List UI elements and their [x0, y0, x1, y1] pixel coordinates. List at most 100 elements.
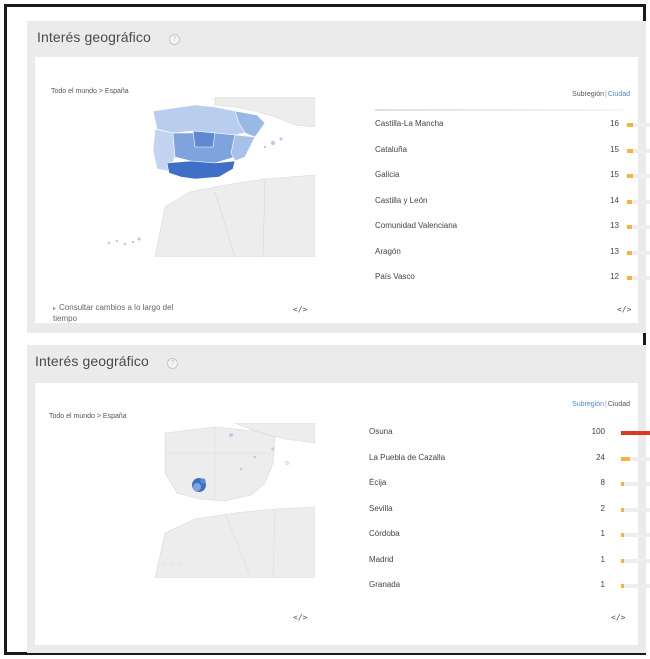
- ranking-row-bar-fill: [621, 482, 624, 486]
- city-tab[interactable]: Ciudad: [608, 91, 630, 98]
- map-balearic-3: [263, 145, 267, 149]
- map-dot-small-1: [271, 447, 275, 451]
- ranking-row-bar-fill: [627, 148, 633, 153]
- list-top-divider: [375, 109, 625, 111]
- map-canary-3: [123, 242, 127, 246]
- ranking-row-bar-track: [621, 558, 650, 563]
- ranking-row-value: 12: [610, 272, 619, 281]
- ranking-row-name: Aragón: [375, 246, 401, 256]
- ranking-row-name: La Puebla de Cazalla: [369, 452, 446, 462]
- screenshot-frame: Interés geográfico ? Todo el mundo > Esp…: [4, 4, 650, 655]
- map-canary-2: [169, 563, 173, 567]
- map-dot-puebla: [193, 483, 201, 491]
- map-balearic-2: [279, 137, 283, 141]
- ranking-row-bar-track: [627, 199, 650, 204]
- ranking-row-bar-fill: [621, 558, 624, 563]
- ranking-row[interactable]: Madrid 1: [369, 553, 650, 571]
- ranking-row-bar-track: [627, 250, 650, 255]
- map-balearic-1: [270, 140, 276, 146]
- ranking-row[interactable]: Osuna 100: [369, 425, 650, 443]
- ranking-row-bar-fill: [627, 250, 632, 255]
- ranking-row-bar-track: [621, 533, 650, 537]
- ranking-row-bar-track: [627, 276, 650, 280]
- ranking-row-name: Castilla y León: [375, 195, 428, 205]
- ranking-row-value: 100: [591, 427, 605, 436]
- ranking-row[interactable]: Aragón 13: [375, 245, 650, 263]
- breadcrumb[interactable]: Todo el mundo > España: [51, 88, 129, 95]
- ranking-row[interactable]: La Puebla de Cazalla 24: [369, 451, 650, 469]
- ranking-row-bar-track: [621, 456, 650, 461]
- map-dot-small-2: [253, 455, 257, 459]
- panel-title: Interés geográfico: [35, 353, 149, 369]
- ranking-row[interactable]: Cataluña 15: [375, 143, 650, 161]
- geo-card: Todo el mundo > España Subregión|Ciudad …: [35, 57, 650, 324]
- ranking-row[interactable]: Écija 8: [369, 476, 650, 494]
- ranking-row-value: 14: [610, 195, 619, 205]
- ranking-row-bar-track: [627, 148, 650, 153]
- help-icon[interactable]: ?: [169, 34, 180, 45]
- map-canary-2: [115, 239, 119, 243]
- ranking-row-bar-fill: [621, 431, 650, 435]
- ranking-list: Castilla-La Mancha 16 Cataluña 15 Galicia 15 C…: [375, 117, 650, 297]
- ranking-row-value: 15: [610, 170, 619, 179]
- expand-arrow-icon: ▸: [53, 306, 57, 312]
- history-link-label: Consultar cambios a lo largo del tiempo: [53, 303, 174, 323]
- ranking-row-name: Madrid: [369, 554, 394, 564]
- toggle-separator: |: [604, 91, 607, 98]
- ranking-row-bar-track: [627, 174, 650, 178]
- ranking-row[interactable]: Granada 1: [369, 578, 650, 596]
- map-canary-3: [177, 561, 181, 565]
- map-canary-4: [131, 240, 135, 244]
- ranking-row-bar-fill: [627, 276, 632, 280]
- ranking-row[interactable]: Castilla y León 14: [375, 194, 650, 212]
- breadcrumb[interactable]: Todo el mundo > España: [49, 413, 127, 420]
- ranking-row-bar-track: [621, 431, 650, 435]
- ranking-row-bar-fill: [627, 123, 633, 127]
- ranking-row-name: Osuna: [369, 427, 393, 436]
- ranking-row-bar-fill: [621, 533, 624, 537]
- ranking-row-bar-fill: [621, 507, 624, 512]
- ranking-row-bar-track: [621, 584, 650, 588]
- ranking-row-value: 1: [600, 529, 605, 538]
- map-dot-small-3: [239, 467, 243, 471]
- ranking-row-bar-fill: [627, 199, 632, 204]
- city-tab[interactable]: Ciudad: [608, 401, 630, 408]
- map-canary-1: [161, 561, 165, 565]
- ranking-row[interactable]: Galicia 15: [375, 168, 650, 186]
- ranking-row-value: 1: [600, 554, 605, 564]
- embed-icon-list[interactable]: </>: [617, 305, 631, 314]
- map-balearic: [284, 460, 290, 466]
- embed-icon[interactable]: </>: [293, 305, 307, 314]
- subregion-city-toggle: Subregión|Ciudad: [572, 401, 630, 408]
- ranking-row[interactable]: Castilla-La Mancha 16: [375, 117, 650, 135]
- history-link[interactable]: ▸ Consultar cambios a lo largo del tiempo: [53, 303, 193, 324]
- city-map[interactable]: [155, 423, 315, 578]
- geo-card: Todo el mundo > España Subregión|Ciudad …: [35, 383, 650, 645]
- ranking-row-value: 15: [610, 144, 619, 154]
- ranking-row-value: 8: [600, 478, 605, 487]
- ranking-row-name: Sevilla: [369, 503, 393, 513]
- geo-interest-panel-city: Interés geográfico ? Todo el mundo > Esp…: [27, 345, 650, 653]
- ranking-list: Osuna 100 La Puebla de Cazalla 24 Écija 8 Sevi…: [369, 425, 650, 605]
- ranking-row[interactable]: Comunidad Valenciana 13: [375, 219, 650, 237]
- map-dot-ecija: [200, 478, 206, 484]
- ranking-row[interactable]: País Vasco 12: [375, 270, 650, 288]
- region-map[interactable]: [95, 97, 315, 257]
- subregion-tab[interactable]: Subregión: [572, 401, 604, 408]
- embed-icon[interactable]: </>: [293, 613, 307, 622]
- ranking-row-name: Castilla-La Mancha: [375, 119, 444, 128]
- subregion-tab[interactable]: Subregión: [572, 91, 604, 98]
- ranking-row[interactable]: Córdoba 1: [369, 527, 650, 545]
- ranking-row-value: 13: [610, 221, 619, 230]
- map-region-castilla: [192, 130, 216, 148]
- ranking-row-name: Comunidad Valenciana: [375, 221, 458, 230]
- ranking-row-bar-fill: [621, 584, 624, 588]
- embed-icon-list[interactable]: </>: [611, 613, 625, 622]
- ranking-row-name: País Vasco: [375, 272, 415, 281]
- help-icon[interactable]: ?: [167, 358, 178, 369]
- ranking-row-value: 13: [610, 246, 619, 256]
- ranking-row[interactable]: Sevilla 2: [369, 502, 650, 520]
- ranking-row-name: Écija: [369, 478, 387, 487]
- ranking-row-name: Córdoba: [369, 529, 400, 538]
- ranking-row-bar-fill: [627, 225, 632, 229]
